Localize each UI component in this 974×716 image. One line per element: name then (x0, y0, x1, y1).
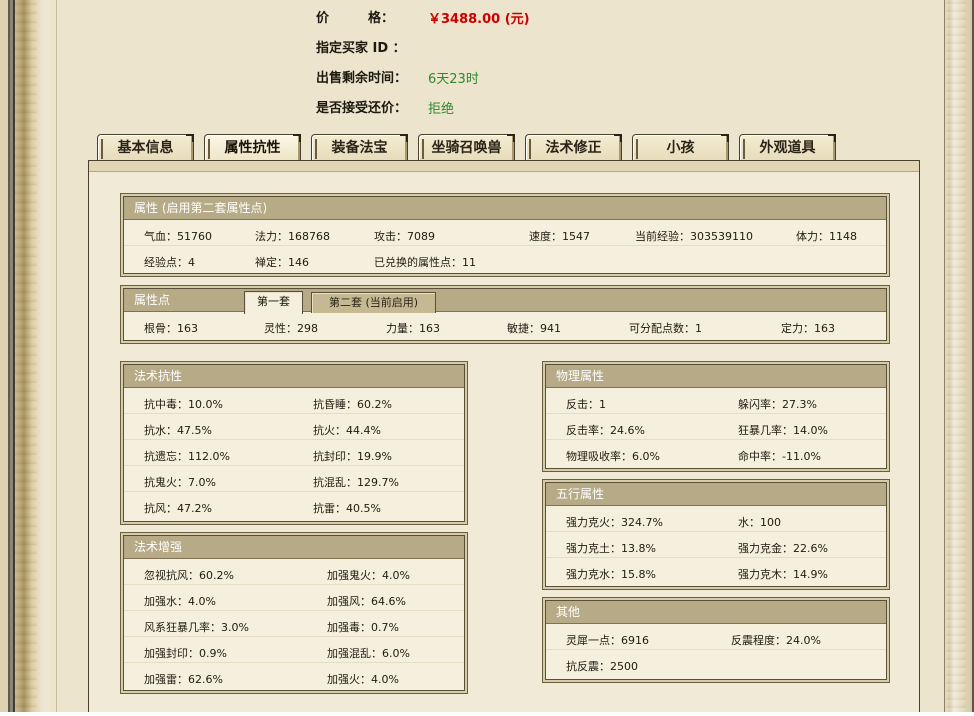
attribute-points-title: 属性点 (124, 289, 886, 312)
boost-fire: 加强火：4.0% (327, 673, 399, 686)
phys-crit-rate: 狂暴几率：14.0% (738, 424, 828, 437)
element-vs-earth: 强力克土：13.8% (566, 542, 656, 555)
boost-thunder: 加强雷：62.6% (144, 673, 223, 686)
resist-thunder: 抗雷：40.5% (313, 502, 381, 515)
element-vs-metal: 强力克金：22.6% (738, 542, 828, 555)
other-title: 其他 (546, 601, 886, 624)
points-concentration: 定力：163 (781, 322, 835, 335)
tab-label: 坐骑召唤兽 (431, 140, 502, 156)
points-agility: 敏捷：941 (507, 322, 561, 335)
boost-wind-crit: 风系狂暴几率：3.0% (144, 621, 249, 634)
resist-poison: 抗中毒：10.0% (144, 398, 223, 411)
left-frame-border (0, 0, 52, 716)
attr-mp: 法力：168768 (255, 230, 330, 243)
resist-fire: 抗火：44.4% (313, 424, 381, 437)
boost-seal: 加强封印：0.9% (144, 647, 227, 660)
points-assignable: 可分配点数：1 (629, 322, 702, 335)
tab-label: 法术修正 (545, 140, 602, 156)
attr-exp-points: 经验点：4 (144, 256, 195, 269)
price-row: 价 格： ￥3488.00 (元) (316, 7, 530, 27)
spell-boost-title: 法术增强 (124, 536, 464, 559)
element-water: 水：100 (738, 516, 781, 529)
attribute-points-box: 属性点 第一套 第二套 (当前启用) 根骨：163 灵性：298 力量：163 … (123, 288, 887, 341)
tab-label: 小孩 (666, 140, 695, 156)
tab-mount-summon[interactable]: 坐骑召唤兽 (418, 134, 515, 160)
attr-attack: 攻击：7089 (374, 230, 435, 243)
price-value: ￥3488.00 (元) (428, 12, 530, 27)
tab-equipment-treasure[interactable]: 装备法宝 (311, 134, 408, 160)
boost-ignore-wind: 忽视抗风：60.2% (144, 569, 234, 582)
right-frame-border (944, 0, 974, 716)
boost-ghostfire: 加强鬼火：4.0% (327, 569, 410, 582)
attr-meditation: 禅定：146 (255, 256, 309, 269)
phys-dodge: 躲闪率：27.3% (738, 398, 817, 411)
other-box: 其他 灵犀一点：6916 反震程度：24.0% 抗反震：2500 (545, 600, 887, 680)
tab-label: 装备法宝 (331, 140, 388, 156)
phys-hit-rate: 命中率：-11.0% (738, 450, 821, 463)
spell-resistance-box: 法术抗性 抗中毒：10.0% 抗昏睡：60.2% 抗水：47.5% 抗火：44.… (123, 364, 465, 522)
element-vs-wood: 强力克木：14.9% (738, 568, 828, 581)
tab-basic-info[interactable]: 基本信息 (97, 134, 194, 160)
boost-poison: 加强毒：0.7% (327, 621, 399, 634)
resist-sleep: 抗昏睡：60.2% (313, 398, 392, 411)
attr-hp: 气血：51760 (144, 230, 212, 243)
tab-label: 外观道具 (759, 140, 816, 156)
bottom-strip (0, 712, 974, 716)
physical-title: 物理属性 (546, 365, 886, 388)
resist-ghostfire: 抗鬼火：7.0% (144, 476, 216, 489)
buyer-label: 指定买家 ID ： (316, 41, 406, 56)
spell-boost-box: 法术增强 忽视抗风：60.2% 加强鬼火：4.0% 加强水：4.0% 加强风：6… (123, 535, 465, 691)
time-value: 6天23时 (428, 72, 479, 87)
counter-offer-row: 是否接受还价： 拒绝 (316, 97, 454, 117)
resist-chaos: 抗混乱：129.7% (313, 476, 399, 489)
tab-label: 属性抗性 (224, 140, 281, 156)
phys-absorb: 物理吸收率：6.0% (566, 450, 660, 463)
resist-forget: 抗遗忘：112.0% (144, 450, 230, 463)
attributes-title: 属性 (启用第二套属性点) (124, 197, 886, 220)
points-constitution: 根骨：163 (144, 322, 198, 335)
element-vs-water: 强力克水：15.8% (566, 568, 656, 581)
physical-box: 物理属性 反击：1 躲闪率：27.3% 反击率：24.6% 狂暴几率：14.0%… (545, 364, 887, 469)
attr-speed: 速度：1547 (529, 230, 590, 243)
boost-water: 加强水：4.0% (144, 595, 216, 608)
time-row: 出售剩余时间： 6天23时 (316, 67, 479, 87)
tab-attributes-resistance[interactable]: 属性抗性 (204, 134, 301, 160)
tab-label: 基本信息 (117, 140, 174, 156)
other-anti-reflect: 抗反震：2500 (566, 660, 638, 673)
left-inner-line (56, 0, 57, 716)
counter-offer-value: 拒绝 (428, 102, 455, 117)
resist-wind: 抗风：47.2% (144, 502, 212, 515)
other-insight: 灵犀一点：6916 (566, 634, 649, 647)
attr-experience: 当前经验：303539110 (635, 230, 753, 243)
resist-water: 抗水：47.5% (144, 424, 212, 437)
boost-chaos: 加强混乱：6.0% (327, 647, 410, 660)
boost-wind: 加强风：64.6% (327, 595, 406, 608)
five-elements-title: 五行属性 (546, 483, 886, 506)
price-label: 价 格： (316, 11, 395, 26)
spell-resistance-title: 法术抗性 (124, 365, 464, 388)
time-label: 出售剩余时间： (316, 71, 408, 86)
subtab-set-two[interactable]: 第二套 (当前启用) (311, 292, 436, 313)
subtab-set-one[interactable]: 第一套 (244, 291, 303, 314)
attributes-box: 属性 (启用第二套属性点) 气血：51760 法力：168768 攻击：7089… (123, 196, 887, 274)
attr-exchanged-points: 已兑换的属性点：11 (374, 256, 476, 269)
element-vs-fire: 强力克火：324.7% (566, 516, 663, 529)
points-strength: 力量：163 (386, 322, 440, 335)
resist-seal: 抗封印：19.9% (313, 450, 392, 463)
five-elements-box: 五行属性 强力克火：324.7% 水：100 强力克土：13.8% 强力克金：2… (545, 482, 887, 587)
phys-counter-rate: 反击率：24.6% (566, 424, 645, 437)
counter-offer-label: 是否接受还价： (316, 101, 408, 116)
phys-counter: 反击：1 (566, 398, 606, 411)
tab-appearance-items[interactable]: 外观道具 (739, 134, 836, 160)
tab-spell-correction[interactable]: 法术修正 (525, 134, 622, 160)
buyer-row: 指定买家 ID ： (316, 37, 406, 56)
attr-stamina: 体力：1148 (796, 230, 857, 243)
points-spirit: 灵性：298 (264, 322, 318, 335)
other-reflect: 反震程度：24.0% (731, 634, 821, 647)
tab-child[interactable]: 小孩 (632, 134, 729, 160)
